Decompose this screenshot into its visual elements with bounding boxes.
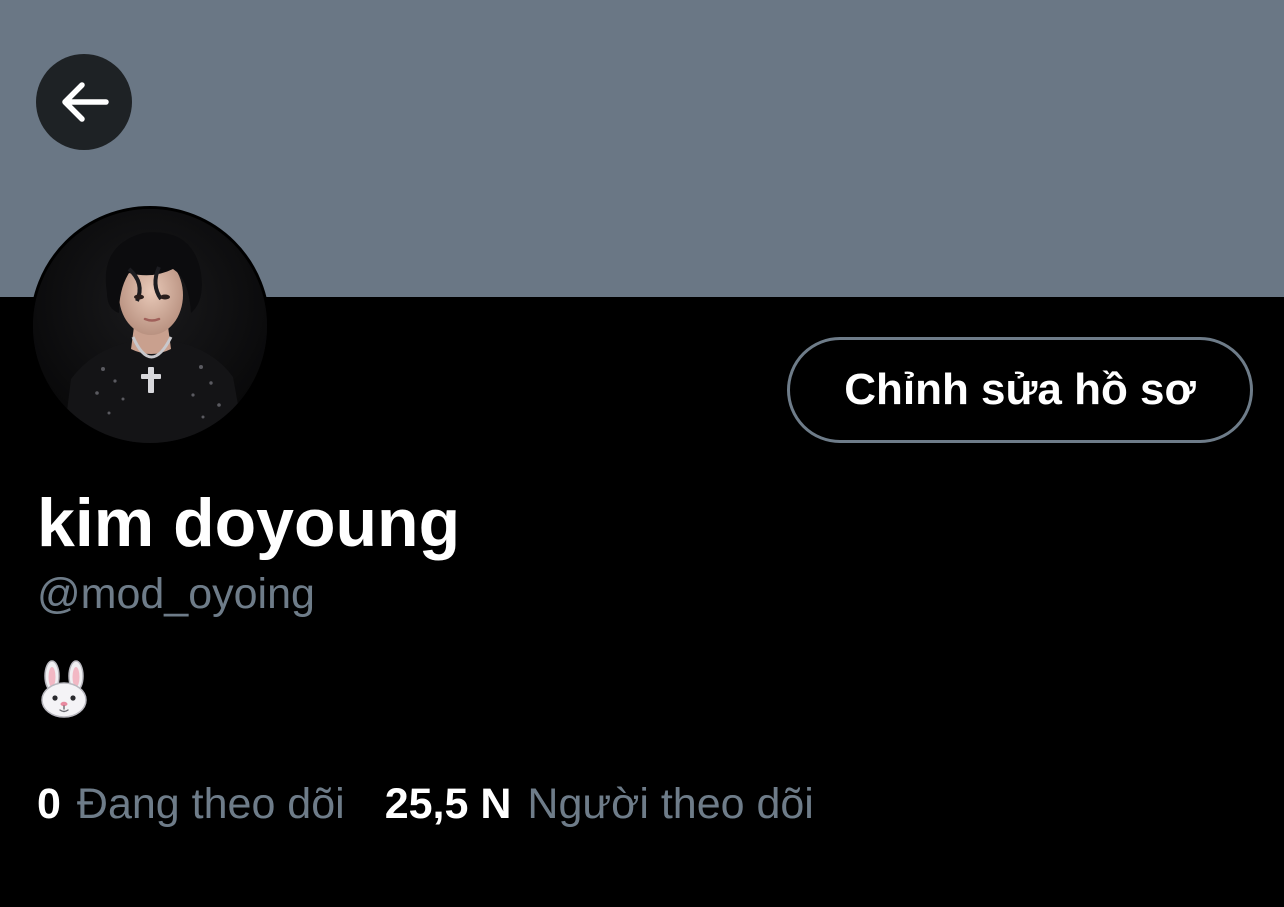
following-label: Đang theo dõi	[76, 780, 345, 828]
followers-link[interactable]: 25,5 N Người theo dõi	[385, 778, 814, 830]
rabbit-face-emoji	[38, 660, 90, 722]
following-link[interactable]: 0 Đang theo dõi	[37, 778, 345, 830]
avatar[interactable]	[30, 206, 270, 446]
username-handle: @mod_oyoing	[37, 570, 315, 618]
followers-label: Người theo dõi	[527, 780, 814, 828]
edit-profile-button[interactable]: Chỉnh sửa hồ sơ	[787, 337, 1253, 443]
arrow-left-icon	[58, 80, 110, 124]
display-name: kim doyoung	[37, 485, 461, 561]
following-count: 0	[37, 780, 61, 828]
back-button[interactable]	[36, 54, 132, 150]
edit-profile-button-label: Chỉnh sửa hồ sơ	[844, 365, 1196, 414]
profile-page: Chỉnh sửa hồ sơ kim doyoung @mod_oyoing	[0, 0, 1284, 907]
bio	[38, 660, 90, 718]
follow-stats: 0 Đang theo dõi 25,5 N Người theo dõi	[37, 778, 814, 830]
followers-count: 25,5 N	[384, 780, 512, 828]
